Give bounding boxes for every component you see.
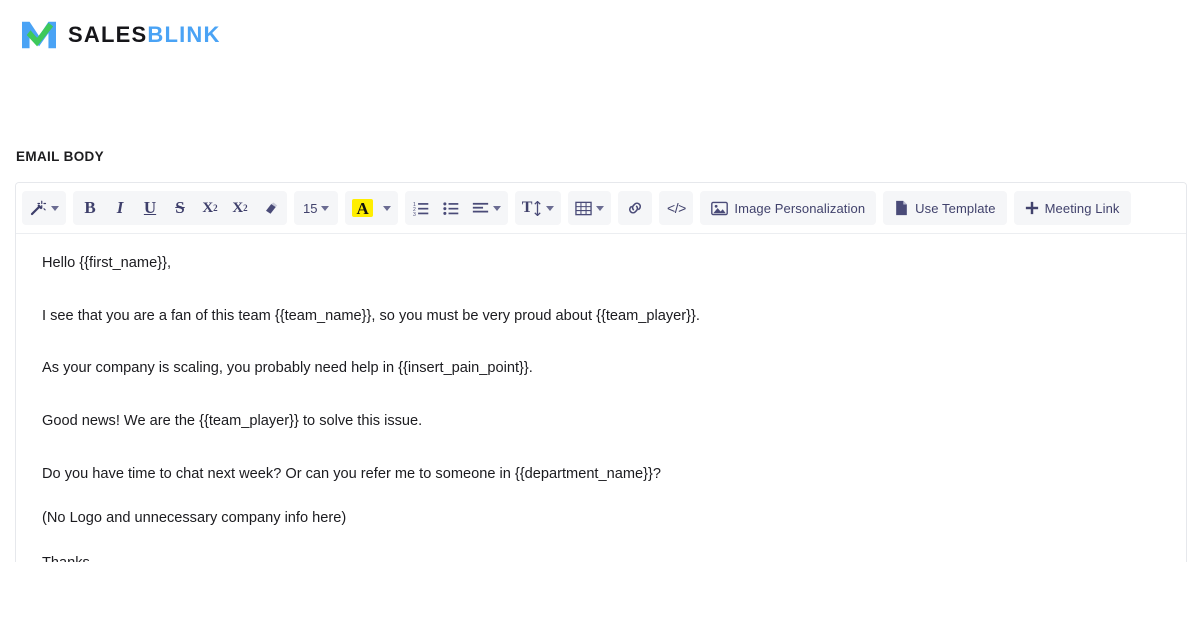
ordered-list-button[interactable]: 1 2 3 (407, 193, 437, 223)
subscript-base: X (232, 199, 244, 216)
email-paragraph-3: As your company is scaling, you probably… (42, 360, 533, 377)
image-personalization-button[interactable]: Image Personalization (702, 193, 874, 223)
toolbar-group-table (568, 191, 612, 225)
superscript-base: X (202, 199, 214, 216)
font-size-caret-icon (321, 205, 330, 211)
text-color-dropdown[interactable] (378, 193, 396, 223)
superscript-button[interactable]: X2 (195, 193, 225, 223)
toolbar-group-text-style: B I U S X2 X2 (73, 191, 287, 225)
email-paragraph-1: Hello {{first_name}}, (42, 255, 171, 271)
line-height-button[interactable]: T (517, 193, 560, 223)
line-height-caret-icon (546, 205, 555, 211)
underline-button[interactable]: U (135, 193, 165, 223)
strikethrough-button[interactable]: S (165, 193, 195, 223)
toolbar-group-link (618, 191, 653, 225)
link-icon (629, 202, 642, 214)
subscript-button[interactable]: X2 (225, 193, 255, 223)
magic-wand-icon (30, 200, 47, 216)
email-paragraph-2: I see that you are a fan of this team {{… (42, 307, 700, 324)
image-icon (711, 201, 729, 215)
toolbar-group-image-personalization: Image Personalization (700, 191, 877, 225)
unordered-list-button[interactable] (437, 193, 467, 223)
text-color-letter: A (352, 198, 373, 218)
email-body-label: EMAIL BODY (16, 149, 105, 164)
toolbar-group-use-template: Use Template (883, 191, 1007, 225)
toolbar-group-code: </> (659, 191, 694, 225)
email-paragraph-6: (No Logo and unnecessary company info he… (42, 510, 347, 527)
use-template-label: Use Template (915, 200, 996, 216)
brand-name-part1: SALES (68, 22, 148, 47)
email-body-content[interactable]: Hello {{first_name}}, I see that you are… (16, 234, 1186, 562)
unordered-list-icon (443, 201, 459, 215)
align-button[interactable] (467, 193, 506, 223)
line-height-icon (534, 200, 542, 216)
meeting-link-button[interactable]: Meeting Link (1016, 193, 1129, 223)
toolbar-group-meeting-link: Meeting Link (1013, 191, 1131, 225)
subscript-exponent: 2 (243, 203, 248, 213)
meeting-link-label: Meeting Link (1044, 200, 1120, 216)
email-paragraph-7: Thanks (42, 554, 1160, 562)
brand-name: SALESBLINK (68, 24, 221, 46)
plus-icon (1025, 201, 1038, 215)
table-caret-icon (596, 205, 605, 211)
image-personalization-label: Image Personalization (734, 200, 866, 216)
italic-button[interactable]: I (105, 193, 135, 223)
bold-button[interactable]: B (75, 193, 105, 223)
eraser-icon (265, 202, 277, 214)
toolbar-group-ai (22, 191, 66, 225)
email-body-editor: B I U S X2 X2 15 A 1 2 3 T </> Image Per… (15, 182, 1187, 562)
insert-link-button[interactable] (620, 193, 650, 223)
toolbar-group-text-color: A (345, 191, 398, 225)
text-color-button[interactable]: A (347, 193, 377, 223)
superscript-exponent: 2 (213, 203, 218, 213)
code-view-button[interactable]: </> (661, 193, 691, 223)
email-paragraph-4: Good news! We are the {{team_player}} to… (42, 413, 423, 430)
font-size-value: 15 (303, 200, 318, 216)
align-caret-icon (492, 205, 501, 211)
align-left-icon (472, 202, 488, 212)
document-icon (896, 200, 907, 216)
salesblink-checkmark-logo (22, 21, 56, 49)
table-icon (575, 201, 593, 215)
magic-wand-caret-icon (51, 205, 59, 211)
brand-name-part2: BLINK (147, 22, 221, 47)
magic-wand-button[interactable] (24, 193, 64, 223)
font-size-dropdown[interactable]: 15 (296, 193, 336, 223)
toolbar-group-font-size: 15 (294, 191, 339, 225)
line-height-letter: T (521, 199, 533, 216)
use-template-button[interactable]: Use Template (885, 193, 1004, 223)
editor-toolbar: B I U S X2 X2 15 A 1 2 3 T </> Image Per… (16, 183, 1186, 234)
table-button[interactable] (570, 193, 609, 223)
text-color-caret-icon (382, 205, 391, 211)
brand-logo: SALESBLINK (20, 18, 221, 52)
email-paragraph-5: Do you have time to chat next week? Or c… (42, 465, 661, 482)
clear-formatting-button[interactable] (255, 193, 285, 223)
ordered-list-icon: 1 2 3 (413, 201, 429, 217)
svg-text:3: 3 (413, 212, 416, 217)
toolbar-group-line-height: T (514, 191, 562, 225)
toolbar-group-lists: 1 2 3 (404, 191, 508, 225)
